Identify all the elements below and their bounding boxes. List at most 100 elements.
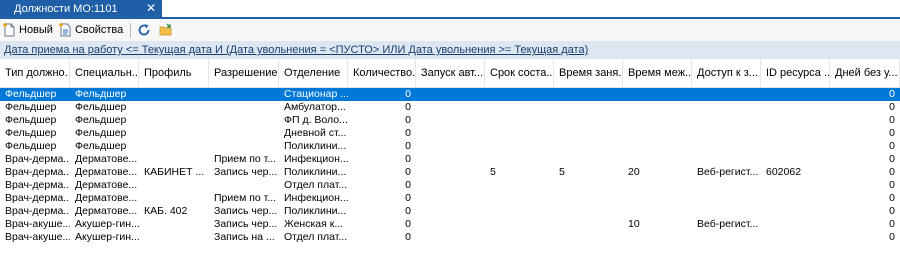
table-cell: Врач-дерма...	[5, 192, 70, 204]
column-header[interactable]: Отделение	[279, 59, 348, 87]
table-cell: 5	[559, 166, 565, 178]
new-button-label: Новый	[19, 24, 53, 36]
refresh-button[interactable]	[135, 20, 157, 40]
table-cell: 0	[405, 231, 411, 243]
table-cell	[416, 218, 485, 231]
table-cell: 0	[405, 114, 411, 126]
column-header[interactable]: Время заня...	[554, 59, 623, 87]
table-cell	[623, 205, 692, 218]
table-cell	[209, 101, 279, 114]
table-row[interactable]: Врач-акуше... Акушер-гин... Запись на ... О…	[0, 231, 900, 244]
table-cell: 10	[628, 218, 640, 230]
table-cell	[139, 127, 209, 140]
close-icon[interactable]: ✕	[146, 1, 156, 16]
table-cell	[485, 127, 554, 140]
table-cell	[139, 153, 209, 166]
table-cell: Инфекцион...	[284, 192, 348, 204]
table-cell: КАБИНЕТ ...	[144, 166, 205, 178]
table-cell: Дерматове...	[75, 192, 138, 204]
column-header[interactable]: Доступ к з...	[692, 59, 761, 87]
table-row[interactable]: Врач-дерма... Дерматове... КАБ. 402 Запись …	[0, 205, 900, 218]
column-header[interactable]: Запуск авт...	[416, 59, 485, 87]
table-cell	[761, 88, 830, 101]
table-cell: Отдел плат...	[284, 231, 348, 243]
column-header[interactable]: Дней без у...	[830, 59, 900, 87]
table-cell: Запись чер...	[214, 166, 278, 178]
tab-strip: Должности МО:1101 ✕	[0, 0, 900, 17]
table-cell	[623, 114, 692, 127]
table-cell	[692, 205, 761, 218]
table-cell: Фельдшер	[75, 88, 127, 100]
table-cell	[623, 179, 692, 192]
toolbar: Новый Свойства	[0, 19, 900, 41]
table-row[interactable]: Врач-дерма... Дерматове... Прием по т... Ин…	[0, 153, 900, 166]
table-cell	[761, 140, 830, 153]
table-cell	[623, 101, 692, 114]
table-cell	[554, 101, 623, 114]
table-cell	[209, 127, 279, 140]
table-row[interactable]: Врач-дерма... Дерматове... Отдел плат... 0 0	[0, 179, 900, 192]
table-cell	[416, 140, 485, 153]
table-cell: Поликлини...	[284, 166, 347, 178]
table-cell	[485, 88, 554, 101]
filter-condition-link[interactable]: Дата приема на работу <= Текущая дата И …	[4, 44, 588, 56]
table-cell: Врач-дерма...	[5, 166, 70, 178]
new-button[interactable]: Новый	[0, 20, 56, 40]
table-cell: 0	[405, 140, 411, 152]
column-header[interactable]: Время меж...	[623, 59, 692, 87]
column-header[interactable]: Специальн...	[70, 59, 139, 87]
table-cell	[692, 101, 761, 114]
table-cell	[139, 88, 209, 101]
table-cell	[139, 218, 209, 231]
column-header[interactable]: Разрешение	[209, 59, 279, 87]
table-cell	[554, 140, 623, 153]
table-cell	[761, 218, 830, 231]
table-row-selected[interactable]: Фельдшер Фельдшер Стационар ... 0 0	[0, 88, 900, 101]
table-row[interactable]: Врач-акуше... Акушер-гин... Запись чер... Ж…	[0, 218, 900, 231]
table-cell: Стационар ...	[284, 88, 348, 100]
open-folder-button[interactable]	[157, 20, 179, 40]
column-header[interactable]: Профиль	[139, 59, 209, 87]
table-cell	[485, 101, 554, 114]
table-cell: 0	[889, 114, 895, 126]
table-cell: Дерматове...	[75, 179, 138, 191]
table-row[interactable]: Фельдшер Фельдшер Поликлини... 0 0	[0, 140, 900, 153]
table-cell: 0	[889, 153, 895, 165]
new-document-icon	[2, 23, 16, 37]
column-header[interactable]: Количество...	[348, 59, 416, 87]
column-header[interactable]: Срок соста...	[485, 59, 554, 87]
table-cell	[761, 153, 830, 166]
table-cell: Акушер-гин...	[75, 218, 139, 230]
table-row[interactable]: Врач-дерма... Дерматове... КАБИНЕТ ... Запи…	[0, 166, 900, 179]
table-cell	[209, 88, 279, 101]
table-row[interactable]: Врач-дерма... Дерматове... Прием по т... Ин…	[0, 192, 900, 205]
table-cell	[139, 192, 209, 205]
table-row[interactable]: Фельдшер Фельдшер Дневной ст... 0 0	[0, 127, 900, 140]
properties-button[interactable]: Свойства	[56, 20, 126, 40]
table-cell: Запись на ...	[214, 231, 275, 243]
table-cell: Запись чер...	[214, 205, 278, 217]
table-cell: Прием по т...	[214, 153, 277, 165]
toolbar-separator	[130, 22, 132, 38]
table-cell: Дерматове...	[75, 153, 138, 165]
table-cell: КАБ. 402	[144, 205, 188, 217]
tab-positions[interactable]: Должности МО:1101 ✕	[0, 0, 162, 17]
table-row[interactable]: Фельдшер Фельдшер ФП д. Воло... 0 0	[0, 114, 900, 127]
table-cell: Фельдшер	[5, 88, 57, 100]
column-header[interactable]: Тип должно...	[0, 59, 70, 87]
table-cell: ФП д. Воло...	[284, 114, 348, 126]
table-cell	[692, 114, 761, 127]
table-cell	[692, 153, 761, 166]
table-cell: Поликлини...	[284, 140, 347, 152]
table-cell	[554, 153, 623, 166]
column-header[interactable]: ID ресурса ...	[761, 59, 830, 87]
properties-icon	[58, 23, 72, 37]
table-cell	[416, 101, 485, 114]
table-cell	[485, 231, 554, 244]
table-cell	[139, 231, 209, 244]
table-cell	[692, 88, 761, 101]
table-cell	[554, 114, 623, 127]
table-cell: 0	[405, 127, 411, 139]
table-cell	[416, 88, 485, 101]
table-row[interactable]: Фельдшер Фельдшер Амбулатор... 0 0	[0, 101, 900, 114]
